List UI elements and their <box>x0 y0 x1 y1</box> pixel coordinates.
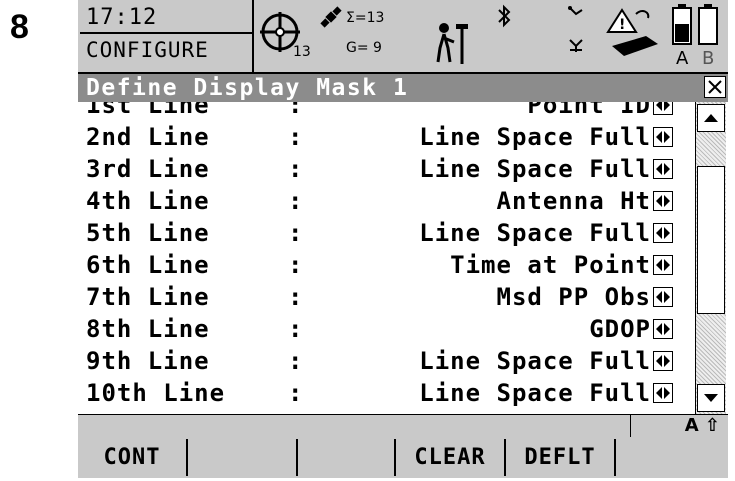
input-mode-indicator: A ⇧ <box>630 415 728 437</box>
input-mode-text: A ⇧ <box>684 415 720 436</box>
row-colon: : <box>288 102 303 119</box>
list-row[interactable]: 5th Line: Line Space Full <box>78 217 693 249</box>
row-value[interactable]: Point ID <box>527 102 651 121</box>
row-colon: : <box>288 251 303 279</box>
satellite-icon <box>320 6 342 28</box>
row-value[interactable]: Line Space Full <box>419 153 651 185</box>
softkey-2[interactable] <box>188 439 298 476</box>
row-label: 5th Line <box>86 219 210 247</box>
list-row[interactable]: 3rd Line: Line Space Full <box>78 153 693 185</box>
scroll-thumb[interactable] <box>697 166 725 314</box>
row-colon: : <box>288 187 303 215</box>
row-label: 2nd Line <box>86 123 210 151</box>
row-label: 10th Line <box>86 379 226 407</box>
battery-a-icon <box>672 4 692 45</box>
row-value[interactable]: Antenna Ht <box>497 185 652 217</box>
status-bar: 17:12 CONFIGURE 13 Σ=13 G= 9 ! A B <box>78 0 728 74</box>
left-right-arrows-icon[interactable] <box>653 287 673 307</box>
softkey-1[interactable]: CONT <box>78 439 188 476</box>
close-icon <box>708 80 722 94</box>
left-right-arrows-icon[interactable] <box>653 319 673 339</box>
scroll-up-button[interactable] <box>697 104 725 132</box>
scroll-down-button[interactable] <box>697 384 725 412</box>
row-value[interactable]: GDOP <box>589 313 651 345</box>
list-row[interactable]: 9th Line: Line Space Full <box>78 345 693 377</box>
status-divider <box>80 32 252 34</box>
row-value[interactable]: Line Space Full <box>419 217 651 249</box>
list-row[interactable]: 1st Line: Point ID <box>78 102 693 121</box>
list-row[interactable]: 6th Line: Time at Point <box>78 249 693 281</box>
row-label: 6th Line <box>86 251 210 279</box>
row-label: 8th Line <box>86 315 210 343</box>
row-label: 7th Line <box>86 283 210 311</box>
svg-text:!: ! <box>619 17 625 33</box>
triangle-down-icon <box>704 394 718 402</box>
radio-link-icon <box>568 6 583 16</box>
device-screen: 17:12 CONFIGURE 13 Σ=13 G= 9 ! A B Defin… <box>78 0 728 478</box>
display-mask-list: 1st Line: Point ID 2nd Line: Line Space Ful… <box>78 102 693 414</box>
row-colon: : <box>288 155 303 183</box>
battery-a-label: A <box>676 48 689 69</box>
list-row[interactable]: 7th Line: Msd PP Obs <box>78 281 693 313</box>
softkey-3[interactable] <box>298 439 396 476</box>
list-row[interactable]: 8th Line: GDOP <box>78 313 693 345</box>
triangle-up-icon <box>704 114 718 122</box>
row-colon: : <box>288 283 303 311</box>
modem-icon <box>569 39 583 52</box>
left-right-arrows-icon[interactable] <box>653 383 673 403</box>
status-vertical-divider <box>252 0 254 72</box>
battery-b-label: B <box>702 48 715 69</box>
row-colon: : <box>288 379 303 407</box>
battery-b-icon <box>698 4 718 45</box>
satellite-sum: Σ=13 <box>346 10 385 26</box>
left-right-arrows-icon[interactable] <box>653 159 673 179</box>
row-colon: : <box>288 347 303 375</box>
row-label: 1st Line <box>86 102 210 119</box>
dialog-titlebar: Define Display Mask 1 <box>78 74 728 102</box>
clock: 17:12 <box>86 5 158 30</box>
row-value[interactable]: Line Space Full <box>419 121 651 153</box>
list-row[interactable]: 10th Line: Line Space Full <box>78 377 693 409</box>
row-colon: : <box>288 123 303 151</box>
row-value[interactable]: Msd PP Obs <box>497 281 652 313</box>
softkey-5[interactable]: DEFLT <box>506 439 616 476</box>
left-right-arrows-icon[interactable] <box>653 255 673 275</box>
left-right-arrows-icon[interactable] <box>653 191 673 211</box>
step-number: 8 <box>10 8 29 46</box>
row-colon: : <box>288 219 303 247</box>
row-value[interactable]: Time at Point <box>450 249 651 281</box>
list-row[interactable]: 4th Line: Antenna Ht <box>78 185 693 217</box>
softkey-6[interactable] <box>616 439 726 476</box>
scrollbar[interactable] <box>695 102 726 414</box>
gps-count: G= 9 <box>346 40 382 56</box>
row-value[interactable]: Line Space Full <box>419 345 651 377</box>
bluetooth-icon <box>498 4 511 28</box>
row-value[interactable]: Line Space Full <box>419 377 651 409</box>
satellite-count-left: 13 <box>293 44 311 60</box>
left-right-arrows-icon[interactable] <box>653 223 673 243</box>
row-label: 4th Line <box>86 187 210 215</box>
softkey-bar: CONT CLEAR DEFLT <box>78 437 728 478</box>
left-right-arrows-icon[interactable] <box>653 351 673 371</box>
mode-label: CONFIGURE <box>86 38 209 62</box>
dialog-title: Define Display Mask 1 <box>86 75 409 101</box>
left-right-arrows-icon[interactable] <box>653 127 673 147</box>
row-colon: : <box>288 315 303 343</box>
row-label: 3rd Line <box>86 155 210 183</box>
surveyor-icon <box>436 23 468 64</box>
input-hint-bar: A ⇧ <box>78 414 728 437</box>
list-row[interactable]: 2nd Line: Line Space Full <box>78 121 693 153</box>
memory-warning-icon: ! <box>606 8 658 56</box>
left-right-arrows-icon[interactable] <box>653 102 673 115</box>
row-label: 9th Line <box>86 347 210 375</box>
softkey-4[interactable]: CLEAR <box>396 439 506 476</box>
close-button[interactable] <box>704 76 726 98</box>
